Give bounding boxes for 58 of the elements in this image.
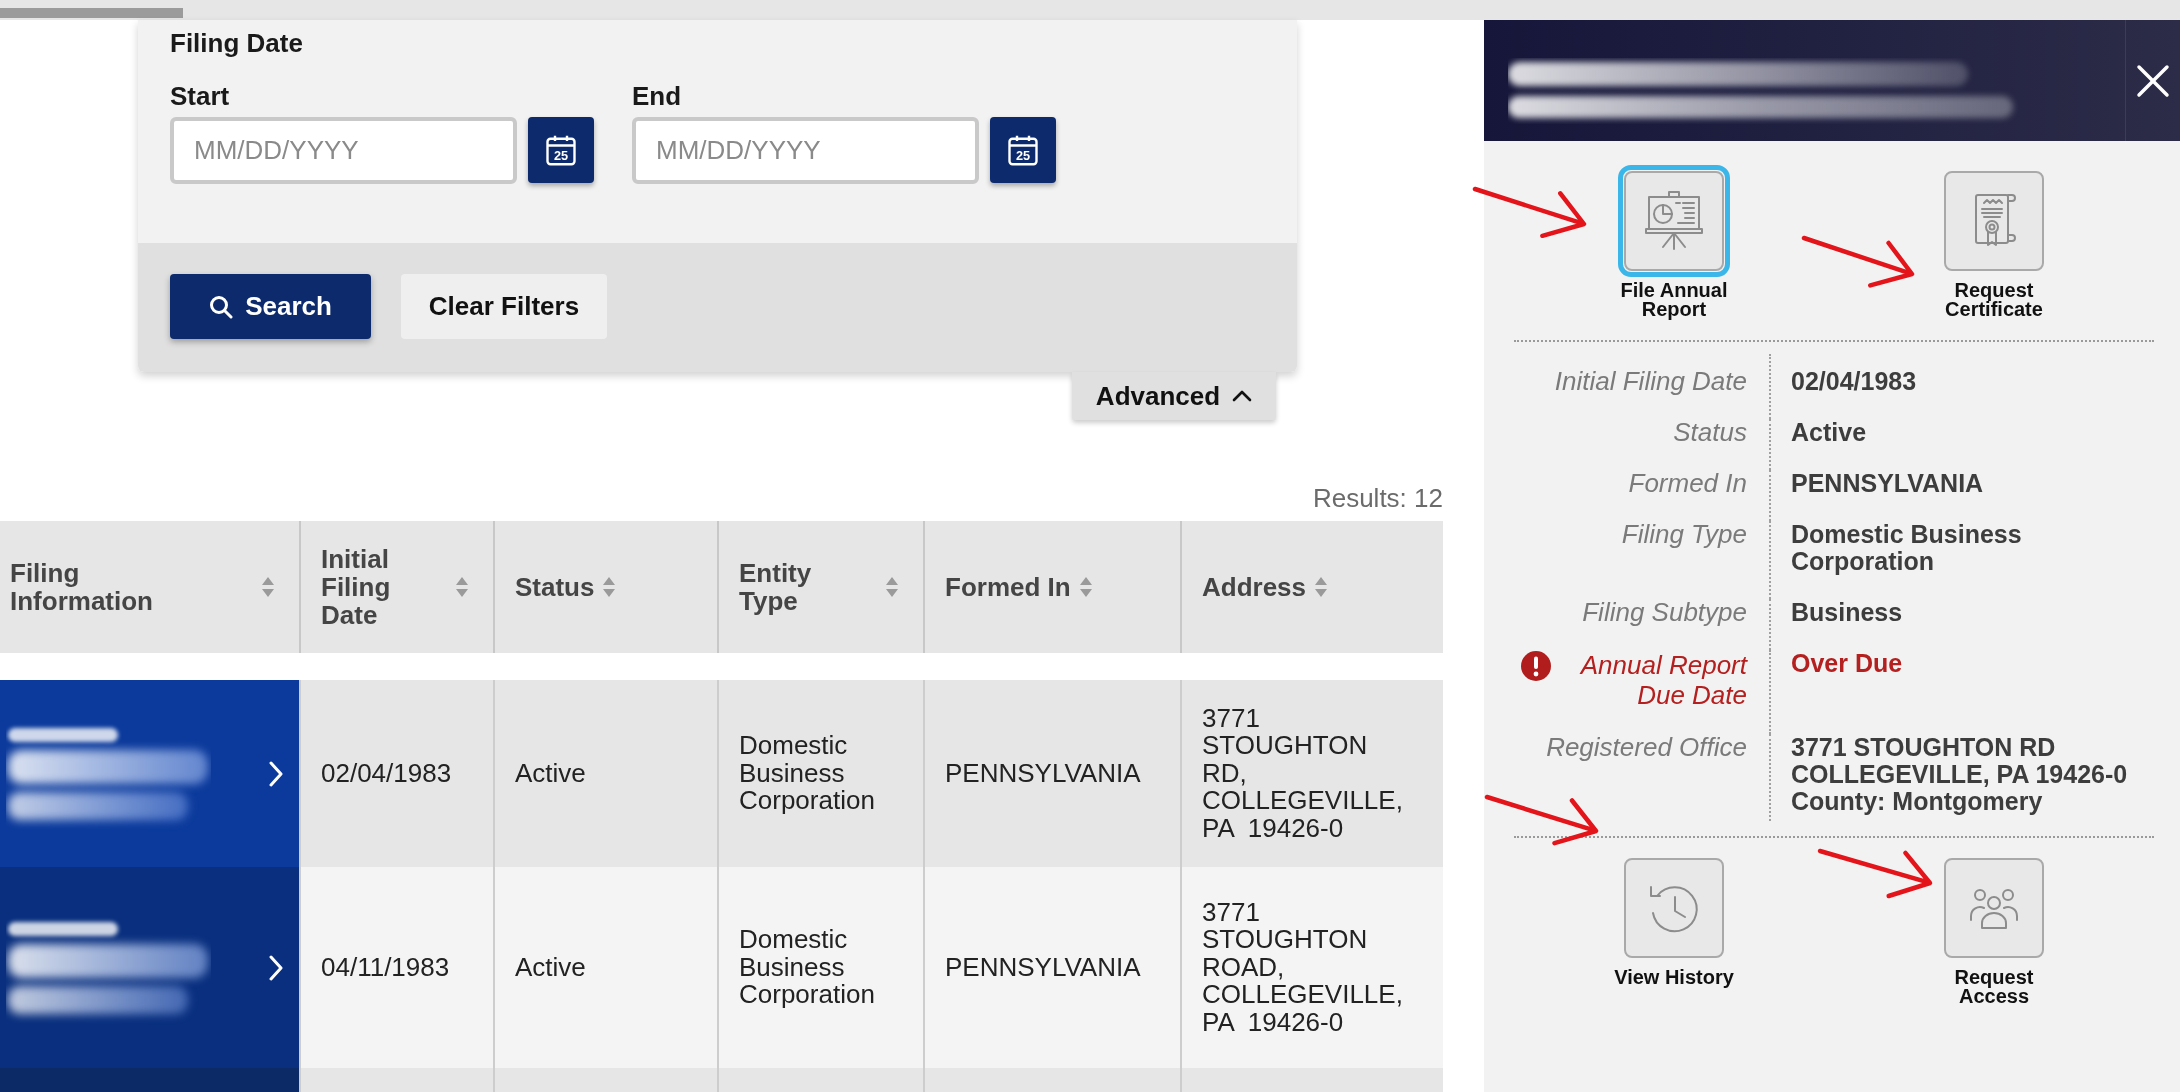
field-label: Filing Subtype — [1582, 599, 1747, 626]
date-input-field[interactable]: MM/DD/YYYY — [632, 117, 979, 184]
field-value: Over Due — [1791, 650, 1903, 677]
table-cell: Domestic Business Corporation — [717, 680, 923, 867]
column-header[interactable]: Filing Information — [0, 521, 299, 653]
field-label: Formed In — [1628, 470, 1747, 497]
field-label: Registered Office — [1546, 734, 1747, 761]
chevron-right-icon — [269, 954, 283, 981]
field-label: Filing Type — [1621, 521, 1747, 548]
date-input-field[interactable]: MM/DD/YYYY — [170, 117, 517, 184]
action-label: Request Certificate — [1944, 281, 2044, 319]
table-cell: 04/11/1983 — [299, 867, 493, 1068]
table-cell: 3771 STOUGHTON RD, COLLEGEVILLE, PA 19426-0 — [1180, 680, 1443, 867]
close-icon — [2136, 63, 2170, 98]
action-label: View History — [1614, 968, 1734, 987]
field-value: Business — [1791, 599, 1903, 626]
column-header[interactable]: Status — [493, 521, 717, 653]
field-value: 02/04/1983 — [1791, 368, 1917, 395]
field-label: Annual Report Due Date — [1578, 650, 1747, 710]
search-icon — [209, 294, 234, 319]
results-count: Results: 12 — [1312, 484, 1443, 512]
field-label: End — [632, 81, 682, 111]
table-cell: Active — [493, 680, 717, 867]
column-header[interactable]: Initial Filing Date — [299, 521, 493, 653]
field-value: PENNSYLVANIA — [1791, 470, 1984, 497]
action-label: Request Access — [1953, 968, 2035, 1006]
table-cell: Active — [493, 867, 717, 1068]
filing-name-cell[interactable] — [0, 867, 299, 1068]
table-cell: 3771 STOUGHTON ROAD, COLLEGEVILLE, PA 19426-0 — [1180, 867, 1443, 1068]
warning-icon — [1520, 650, 1552, 682]
scrollbar-thumb[interactable] — [0, 8, 183, 18]
table-cell: Domestic Business Corporation — [717, 867, 923, 1068]
column-header[interactable]: Entity Type — [717, 521, 923, 653]
section-title: Filing Date — [170, 28, 303, 58]
clear-filters-button[interactable]: Clear Filters — [401, 274, 607, 339]
field-label: Start — [170, 81, 230, 111]
calendar-button[interactable]: 25 — [528, 117, 594, 183]
action-label: File Annual Report — [1619, 281, 1729, 319]
filing-name-cell[interactable] — [0, 680, 299, 867]
table-cell: PENNSYLVANIA — [923, 867, 1180, 1068]
column-header[interactable]: Formed In — [923, 521, 1180, 653]
field-value: Active — [1791, 419, 1867, 446]
calendar-button[interactable]: 25 — [990, 117, 1056, 183]
tile-button[interactable] — [1618, 165, 1730, 277]
search-button[interactable]: Search — [170, 274, 371, 339]
presentation-board-icon — [1642, 189, 1706, 253]
field-label: Status — [1673, 419, 1747, 446]
tile-button[interactable] — [1944, 858, 2044, 958]
field-value: Domestic Business Corporation — [1791, 521, 2023, 575]
column-header[interactable]: Address — [1180, 521, 1443, 653]
table-cell: 02/04/1983 — [299, 680, 493, 867]
chevron-right-icon — [269, 760, 283, 787]
table-cell: PENNSYLVANIA — [923, 680, 1180, 867]
tile-button[interactable] — [1944, 171, 2044, 271]
advanced-toggle[interactable]: Advanced — [1072, 372, 1276, 420]
field-value: 3771 STOUGHTON RD COLLEGEVILLE, PA 19426-0 County: Montgomery — [1791, 734, 2128, 815]
tile-button[interactable] — [1624, 858, 1724, 958]
field-label: Initial Filing Date — [1554, 368, 1747, 395]
